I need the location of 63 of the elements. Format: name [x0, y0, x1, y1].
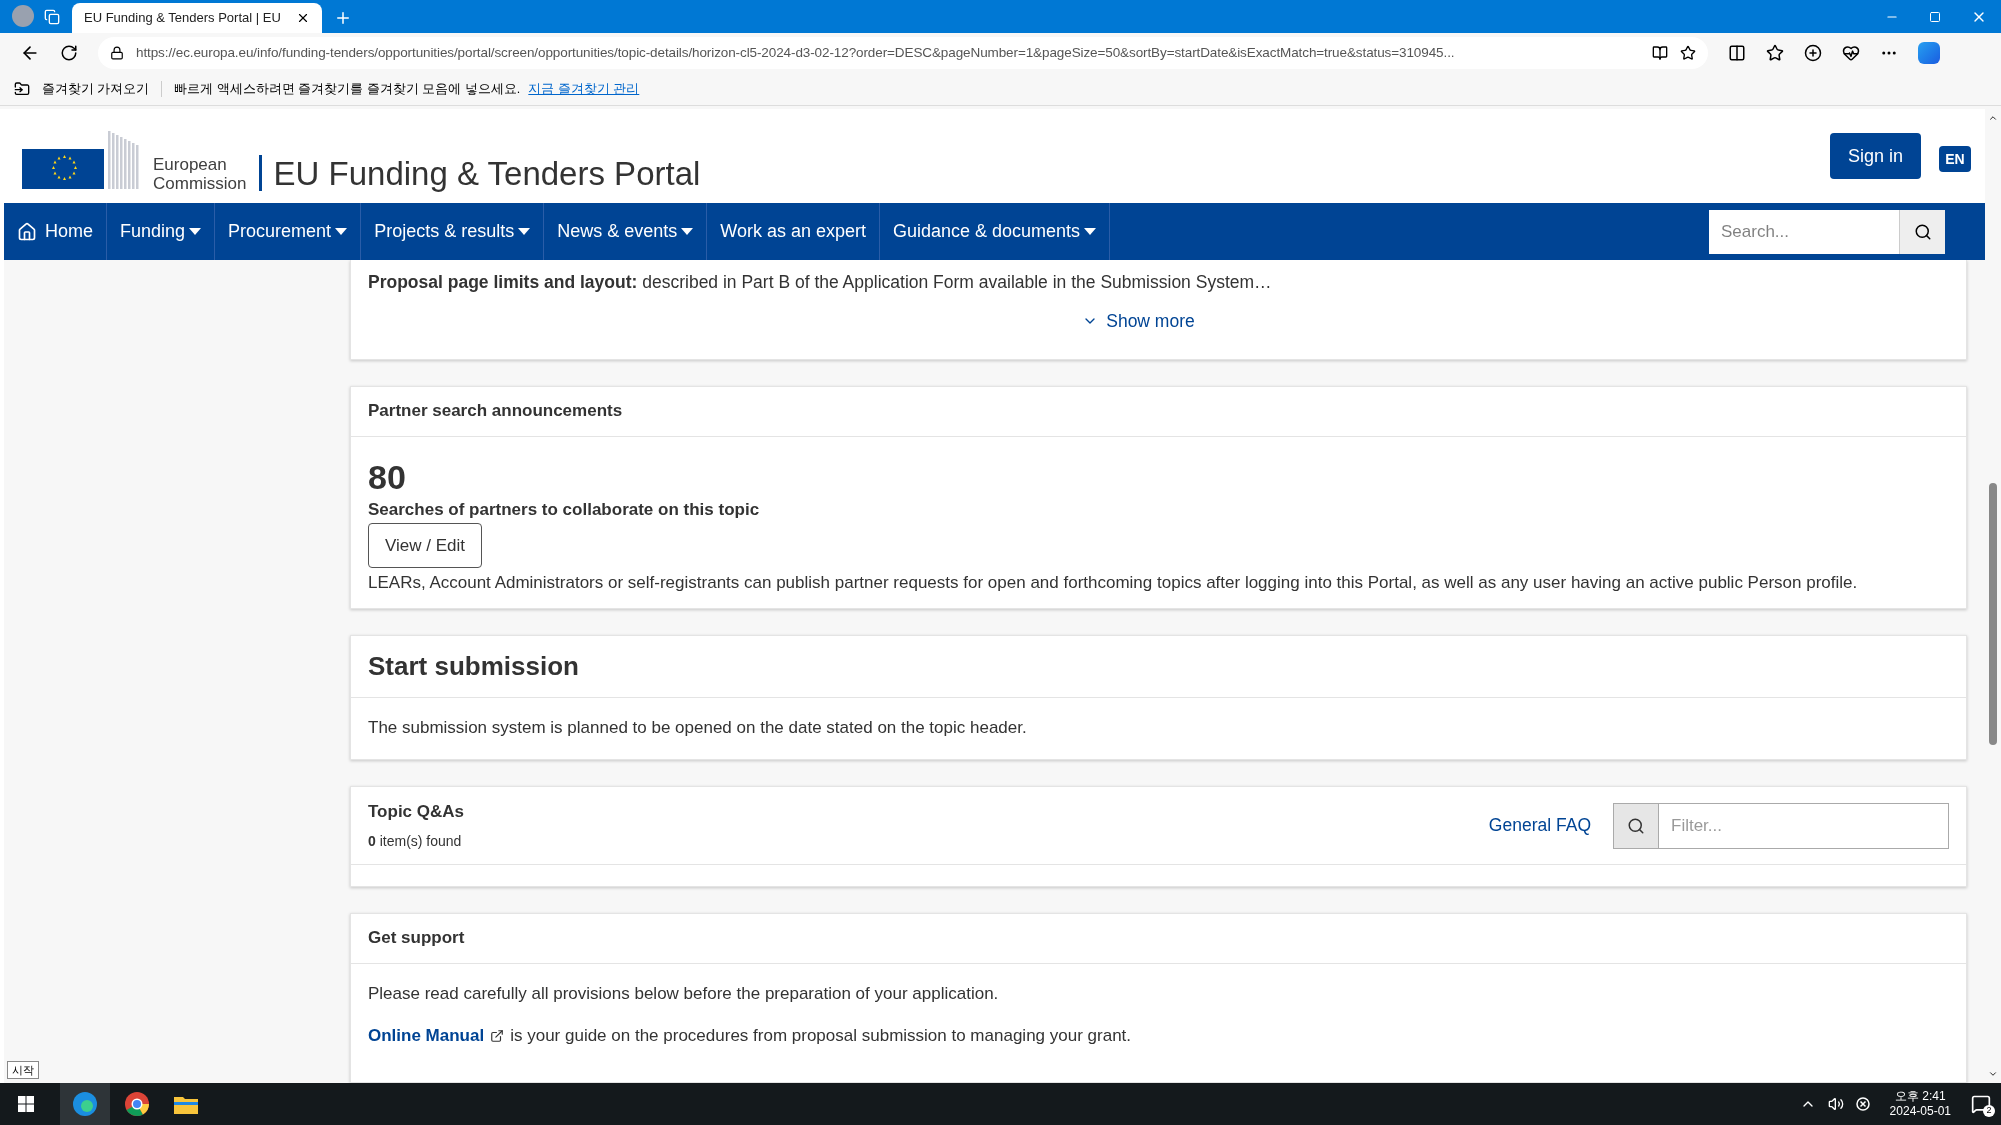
chrome-browser-icon[interactable] — [124, 1091, 150, 1117]
search-icon — [1913, 222, 1932, 241]
browser-tab[interactable]: EU Funding & Tenders Portal | EU — [72, 3, 322, 33]
section-title: Start submission — [368, 649, 579, 683]
notification-icon[interactable] — [1971, 1094, 1991, 1114]
address-field[interactable] — [98, 37, 1708, 69]
scroll-down-icon[interactable] — [1988, 1069, 1998, 1079]
scrollbar-thumb[interactable] — [1989, 483, 1997, 745]
site-search-field[interactable]: Search... — [1709, 209, 1899, 254]
online-manual-link[interactable]: Online Manual — [368, 1023, 485, 1049]
external-link-icon — [490, 1028, 505, 1043]
support-text: Please read carefully all provisions below before the preparation of your application. — [367, 982, 1000, 1005]
file-explorer-icon[interactable] — [174, 1094, 198, 1114]
lock-icon — [110, 46, 124, 60]
submission-text: The submission system is planned to be opened on the date stated on the topic header. — [367, 716, 1028, 739]
filter-field[interactable]: Filter... — [1659, 802, 1949, 849]
restore-icon[interactable] — [1929, 10, 1941, 23]
tab-title: EU Funding & Tenders Portal | EU — [84, 9, 281, 28]
tabs-icon[interactable] — [44, 9, 60, 25]
filter-search-button[interactable] — [1613, 802, 1659, 849]
view-edit-button[interactable]: View / Edit — [368, 523, 482, 569]
manual-description: is your guide on the procedures from proposal submission to managing your grant. — [510, 1025, 1132, 1048]
section-title: Get support — [368, 927, 465, 950]
language-button[interactable]: EN — [1939, 146, 1971, 172]
new-tab-icon[interactable] — [334, 9, 352, 27]
notification-count: 2 — [1983, 1105, 1995, 1117]
favorites-hint: 빠르게 액세스하려면 즐겨찾기를 즐겨찾기 모음에 넣으세요. — [174, 80, 521, 98]
favorites-icon[interactable] — [1766, 44, 1784, 62]
clock-date[interactable]: 2024-05-01 — [1889, 1104, 1951, 1119]
search-icon — [1627, 816, 1645, 835]
import-favorites-icon[interactable] — [14, 81, 30, 97]
close-tab-icon[interactable] — [296, 11, 310, 25]
favorite-star-icon[interactable] — [1680, 45, 1696, 61]
org-name: European — [153, 155, 228, 174]
url-text: https://ec.europa.eu/info/funding-tenders/opportunities/portal/screen/opportunities/topic-details/horizon-cl5-2024-d3-02-12?order=DESC&pageNumber=1&pageSize=50&sortBy=startDate&isExactMatch=true&status=310945... — [136, 43, 1455, 62]
manage-favorites-link[interactable]: 지금 즐겨찾기 관리 — [528, 79, 640, 99]
org-name: Commission — [153, 174, 247, 193]
split-screen-icon[interactable] — [1728, 44, 1746, 62]
sign-in-button[interactable]: Sign in — [1829, 133, 1921, 179]
windows-start-icon[interactable] — [18, 1096, 34, 1112]
partner-subtitle: Searches of partners to collaborate on this topic — [368, 498, 761, 521]
items-found-text: 0 item(s) found — [368, 831, 463, 851]
browser-essentials-icon[interactable] — [1842, 44, 1860, 62]
section-title: Partner search announcements — [368, 400, 623, 423]
volume-icon[interactable] — [1827, 1096, 1844, 1112]
clock-time[interactable]: 오후 2:41 — [1894, 1089, 1946, 1104]
section-title: Topic Q&As — [368, 801, 465, 824]
copilot-icon[interactable] — [1918, 42, 1940, 64]
home-icon — [17, 221, 37, 242]
scroll-up-icon[interactable] — [1988, 113, 1998, 123]
search-button[interactable] — [1899, 209, 1945, 254]
show-more-link[interactable]: Show more — [1082, 308, 1195, 335]
start-tooltip: 시작 — [7, 1061, 39, 1079]
partner-description: LEARs, Account Administrators or self-registrants can publish partner requests for open and forthcoming topics after logging into this Portal, as well as any user having an active public Person profile. — [368, 572, 1859, 595]
partner-count: 80 — [368, 456, 407, 497]
proposal-limits-text: Proposal page limits and layout: described in Part B of the Application Form available in the Submission System… — [368, 271, 1273, 294]
edge-browser-icon[interactable] — [72, 1091, 98, 1117]
collections-icon[interactable] — [1804, 44, 1822, 62]
network-status-icon[interactable] — [1855, 1097, 1870, 1111]
import-favorites-link[interactable]: 즐겨찾기 가져오기 — [42, 79, 150, 99]
portal-title: EU Funding & Tenders Portal — [273, 155, 701, 193]
general-faq-link[interactable]: General FAQ — [1488, 812, 1591, 839]
reload-icon[interactable] — [60, 44, 78, 62]
